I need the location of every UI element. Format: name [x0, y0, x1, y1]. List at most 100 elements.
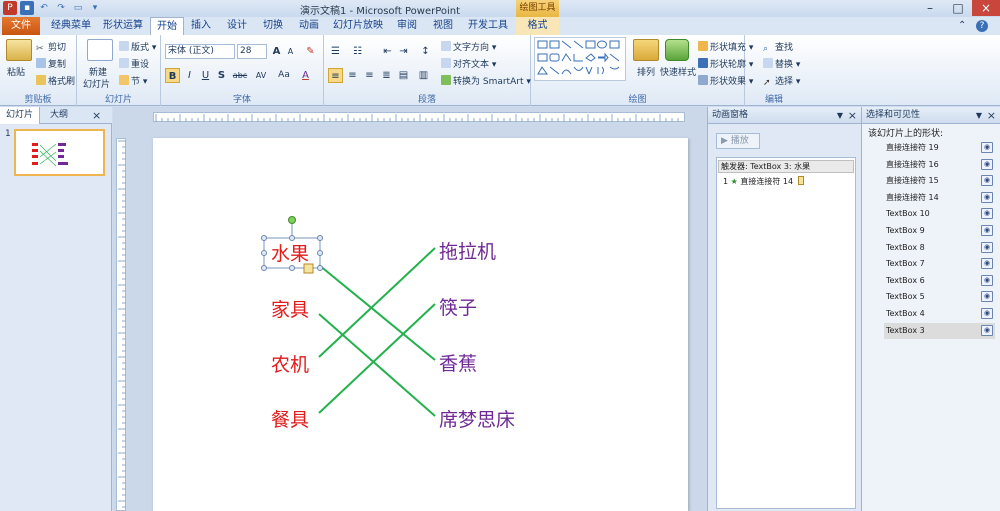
columns-icon[interactable]: ▥: [416, 68, 431, 83]
close-icon[interactable]: ×: [972, 0, 1000, 16]
shape-list-item[interactable]: 直接连接符 14 ◉: [884, 190, 995, 206]
arrange-icon[interactable]: [633, 39, 659, 61]
selection-pane-menu-icon[interactable]: ▼: [976, 107, 982, 124]
eye-icon[interactable]: ◉: [981, 158, 993, 170]
resize-handle-nw[interactable]: [261, 235, 267, 241]
save-icon[interactable]: ▪: [20, 1, 34, 15]
replace-button[interactable]: 替换 ▾: [763, 57, 800, 70]
shape-list-item[interactable]: TextBox 7 ◉: [884, 256, 995, 272]
left-word-3[interactable]: 农机: [271, 350, 309, 377]
font-name-combo[interactable]: 宋体 (正文): [165, 44, 235, 59]
increase-indent-icon[interactable]: ⇥: [396, 44, 411, 59]
strikethrough-button[interactable]: abc: [231, 68, 249, 83]
slide-thumbnail[interactable]: [14, 129, 105, 176]
shape-list-item[interactable]: TextBox 3 ◉: [884, 322, 995, 339]
new-slide-button-line2[interactable]: 幻灯片: [83, 77, 110, 90]
quick-styles-icon[interactable]: [665, 39, 689, 61]
minimize-ribbon-icon[interactable]: ⌃: [958, 20, 966, 31]
eye-icon[interactable]: ◉: [981, 258, 993, 270]
paste-icon[interactable]: [6, 39, 32, 61]
shadow-button[interactable]: S: [214, 68, 229, 83]
shape-list-item[interactable]: 直接连接符 19 ◉: [884, 140, 995, 156]
close-animation-pane-icon[interactable]: ×: [848, 107, 857, 124]
connector-line-19[interactable]: [318, 303, 436, 414]
italic-button[interactable]: I: [182, 68, 197, 83]
underline-button[interactable]: U: [198, 68, 213, 83]
resize-handle-w[interactable]: [261, 250, 267, 256]
line-spacing-icon[interactable]: ↕: [418, 44, 433, 59]
right-word-3[interactable]: 香蕉: [439, 349, 477, 376]
change-case-button[interactable]: Aa: [274, 68, 294, 83]
distributed-icon[interactable]: ▤: [396, 68, 411, 83]
cut-button[interactable]: ✂ 剪切: [36, 40, 66, 54]
shape-list-item[interactable]: TextBox 6 ◉: [884, 273, 995, 289]
left-word-4[interactable]: 餐具: [271, 405, 309, 432]
resize-handle-e[interactable]: [317, 250, 323, 256]
section-button[interactable]: 节 ▾: [119, 74, 147, 87]
tab-review[interactable]: 审阅: [392, 17, 422, 35]
paste-button[interactable]: 粘贴: [7, 65, 25, 78]
eye-icon[interactable]: ◉: [981, 291, 993, 303]
format-painter-button[interactable]: 格式刷: [36, 74, 75, 87]
justify-icon[interactable]: ≣: [379, 68, 394, 83]
eye-icon[interactable]: ◉: [981, 225, 993, 236]
connector-line-15[interactable]: [318, 313, 436, 417]
new-slide-icon[interactable]: [87, 39, 113, 61]
arrange-button[interactable]: 排列: [637, 65, 655, 78]
tab-view[interactable]: 视图: [428, 17, 458, 35]
char-spacing-button[interactable]: AV: [251, 68, 271, 83]
reset-button[interactable]: 重设: [119, 57, 149, 70]
font-color-button[interactable]: A: [298, 68, 313, 83]
close-selection-pane-icon[interactable]: ×: [987, 107, 996, 124]
shape-list-item[interactable]: TextBox 8 ◉: [884, 240, 995, 256]
right-word-4[interactable]: 席梦思床: [439, 405, 515, 432]
tab-insert[interactable]: 插入: [186, 17, 216, 35]
find-button[interactable]: ⌕ 查找: [763, 40, 793, 54]
connector-line-16[interactable]: [318, 247, 436, 358]
start-slideshow-icon[interactable]: ▭: [71, 1, 85, 15]
tab-home[interactable]: 开始: [150, 17, 184, 35]
layout-button[interactable]: 版式 ▾: [119, 40, 156, 53]
tab-format[interactable]: 格式: [516, 17, 559, 35]
eye-icon[interactable]: ◉: [981, 191, 993, 203]
align-left-icon[interactable]: ≡: [328, 68, 343, 83]
shapes-gallery[interactable]: [534, 37, 626, 81]
numbering-icon[interactable]: ☷: [350, 44, 365, 59]
shape-list-item[interactable]: TextBox 10 ◉: [884, 206, 995, 222]
shape-list-item[interactable]: TextBox 5 ◉: [884, 289, 995, 305]
tab-animations[interactable]: 动画: [294, 17, 324, 35]
tab-file[interactable]: 文件: [2, 17, 40, 35]
clear-formatting-icon[interactable]: ✎: [303, 44, 318, 59]
shape-list-item[interactable]: 直接连接符 15 ◉: [884, 173, 995, 189]
align-right-icon[interactable]: ≡: [362, 68, 377, 83]
connector-line-14[interactable]: [318, 264, 436, 361]
select-button[interactable]: ➚ 选择 ▾: [763, 74, 800, 88]
slide-canvas[interactable]: 水果 家具 农机 餐具 拖拉机 筷子 香蕉 席梦思床: [153, 138, 688, 511]
eye-icon[interactable]: ◉: [981, 241, 993, 253]
minimize-icon[interactable]: –: [916, 0, 944, 16]
tab-transitions[interactable]: 切换: [258, 17, 288, 35]
shrink-font-button[interactable]: A: [283, 44, 298, 59]
tab-developer[interactable]: 开发工具: [464, 17, 512, 35]
resize-handle-sw[interactable]: [261, 265, 267, 271]
convert-smartart-button[interactable]: 转换为 SmartArt ▾: [441, 74, 531, 87]
pane-menu-icon[interactable]: ▼: [837, 107, 843, 124]
copy-button[interactable]: 复制: [36, 57, 66, 70]
bullets-icon[interactable]: ☰: [328, 44, 343, 59]
right-word-2[interactable]: 筷子: [439, 293, 477, 320]
shape-list-item[interactable]: 直接连接符 16 ◉: [884, 157, 995, 173]
customize-qat-icon[interactable]: ▾: [88, 1, 102, 15]
align-text-button[interactable]: 对齐文本 ▾: [441, 57, 496, 70]
play-button[interactable]: ▶ 播放: [716, 133, 760, 149]
eye-icon[interactable]: ◉: [981, 308, 993, 319]
tab-classic-menu[interactable]: 经典菜单: [46, 17, 96, 35]
animation-item[interactable]: 1 ★ 直接连接符 14: [723, 176, 804, 187]
shape-list-item[interactable]: TextBox 4 ◉: [884, 306, 995, 322]
resize-handle-ne[interactable]: [317, 235, 323, 241]
left-word-2[interactable]: 家具: [271, 295, 309, 322]
eye-icon[interactable]: ◉: [981, 142, 993, 153]
tab-design[interactable]: 设计: [222, 17, 252, 35]
tab-slideshow[interactable]: 幻灯片放映: [330, 17, 386, 35]
font-size-combo[interactable]: 28: [237, 44, 267, 59]
redo-icon[interactable]: ↷: [54, 1, 68, 15]
